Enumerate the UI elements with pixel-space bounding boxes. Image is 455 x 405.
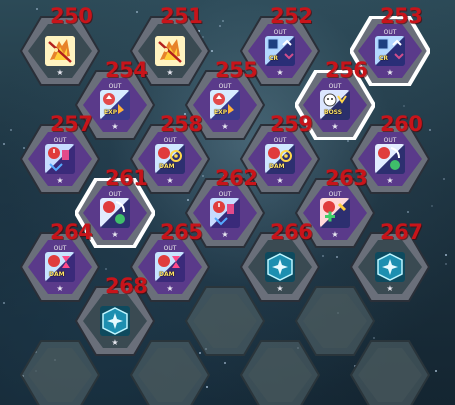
damage-target-icon: DAM	[265, 144, 295, 174]
star-icon: ★	[221, 122, 229, 131]
slot-stat-label: DAM	[49, 271, 65, 278]
star-sparkle	[36, 8, 38, 10]
hex-frame	[20, 340, 100, 405]
star-sparkle	[322, 255, 324, 257]
star-sparkle	[222, 20, 224, 22]
star-sparkle	[105, 268, 107, 270]
fire-weapon-icon	[45, 36, 75, 66]
slot-stat-label: BOSS	[324, 109, 343, 116]
star-sparkle	[443, 178, 445, 180]
star-sparkle	[435, 370, 437, 372]
star-sparkle	[3, 302, 5, 304]
slot-stat-label: DAM	[159, 163, 175, 170]
star-icon: ★	[166, 284, 174, 293]
empty-slot[interactable]	[20, 340, 100, 405]
star-sparkle	[10, 129, 12, 131]
star-icon: ★	[221, 230, 229, 239]
star-sparkle	[407, 211, 409, 213]
star-sparkle	[431, 205, 433, 207]
crystal-core-icon	[375, 252, 405, 282]
cooldown-swirl-icon	[100, 198, 130, 228]
hourglass-damage-icon: DAM	[155, 252, 185, 282]
star-sparkle	[136, 11, 138, 13]
slot-stat-label: DAM	[269, 163, 285, 170]
star-icon: ★	[331, 230, 339, 239]
slot-stat-label: EXP	[214, 109, 228, 116]
heal-plus-icon	[320, 198, 350, 228]
damage-target-icon: DAM	[155, 144, 185, 174]
exp-boost-icon: EXP	[210, 90, 240, 120]
star-icon: ★	[56, 176, 64, 185]
star-icon: ★	[111, 230, 119, 239]
star-sparkle	[336, 256, 338, 258]
star-sparkle	[347, 140, 349, 142]
star-sparkle	[403, 105, 405, 107]
exp-boost-icon: EXP	[100, 90, 130, 120]
star-icon: ★	[386, 284, 394, 293]
timer-defense-icon	[45, 144, 75, 174]
star-icon: ★	[276, 68, 284, 77]
star-sparkle	[223, 175, 225, 177]
star-icon: ★	[276, 176, 284, 185]
slot-stat-label: CR	[269, 55, 279, 62]
cr-boost-icon: CR	[375, 36, 405, 66]
star-sparkle	[211, 50, 213, 52]
star-icon: ★	[331, 122, 339, 131]
cooldown-swirl-icon	[375, 144, 405, 174]
empty-slot[interactable]	[350, 340, 430, 405]
star-icon: ★	[56, 68, 64, 77]
hex-frame	[130, 340, 210, 405]
empty-slot[interactable]	[130, 340, 210, 405]
crystal-core-icon	[100, 306, 130, 336]
star-icon: ★	[166, 68, 174, 77]
star-icon: ★	[111, 338, 119, 347]
star-sparkle	[445, 263, 447, 265]
star-sparkle	[445, 254, 447, 256]
crystal-core-icon	[265, 252, 295, 282]
slot-stat-label: EXP	[104, 109, 118, 116]
timer-defense-icon	[210, 198, 240, 228]
star-icon: ★	[56, 284, 64, 293]
star-sparkle	[219, 25, 221, 27]
slot-stat-label: CR	[379, 55, 389, 62]
star-icon: ★	[111, 122, 119, 131]
boss-damage-icon: BOSS	[320, 90, 350, 120]
empty-slot[interactable]	[240, 340, 320, 405]
hex-frame	[240, 340, 320, 405]
hex-frame	[350, 340, 430, 405]
inventory-hex-grid: ★ 250 ★ 251 OUT CR ★ 252 OUT CR ★ 253 OUT EXP ★ 254…	[0, 0, 455, 405]
star-icon: ★	[386, 68, 394, 77]
star-icon: ★	[276, 284, 284, 293]
star-sparkle	[3, 143, 5, 145]
star-icon: ★	[166, 176, 174, 185]
fire-weapon-icon	[155, 36, 185, 66]
star-icon: ★	[386, 176, 394, 185]
star-sparkle	[224, 362, 226, 364]
cr-boost-icon: CR	[265, 36, 295, 66]
hourglass-damage-icon: DAM	[45, 252, 75, 282]
slot-stat-label: DAM	[159, 271, 175, 278]
